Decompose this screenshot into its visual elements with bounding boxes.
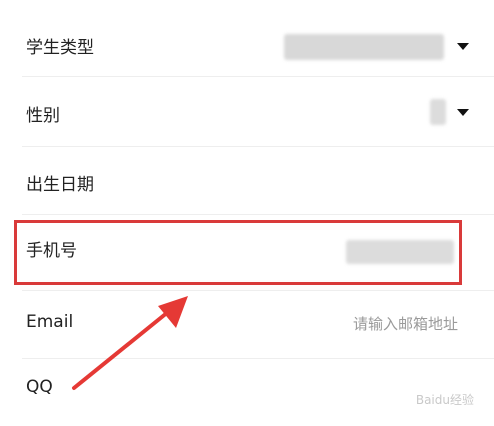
annotation-arrow-icon xyxy=(72,296,188,390)
watermark: Baidu经验 xyxy=(415,393,474,407)
